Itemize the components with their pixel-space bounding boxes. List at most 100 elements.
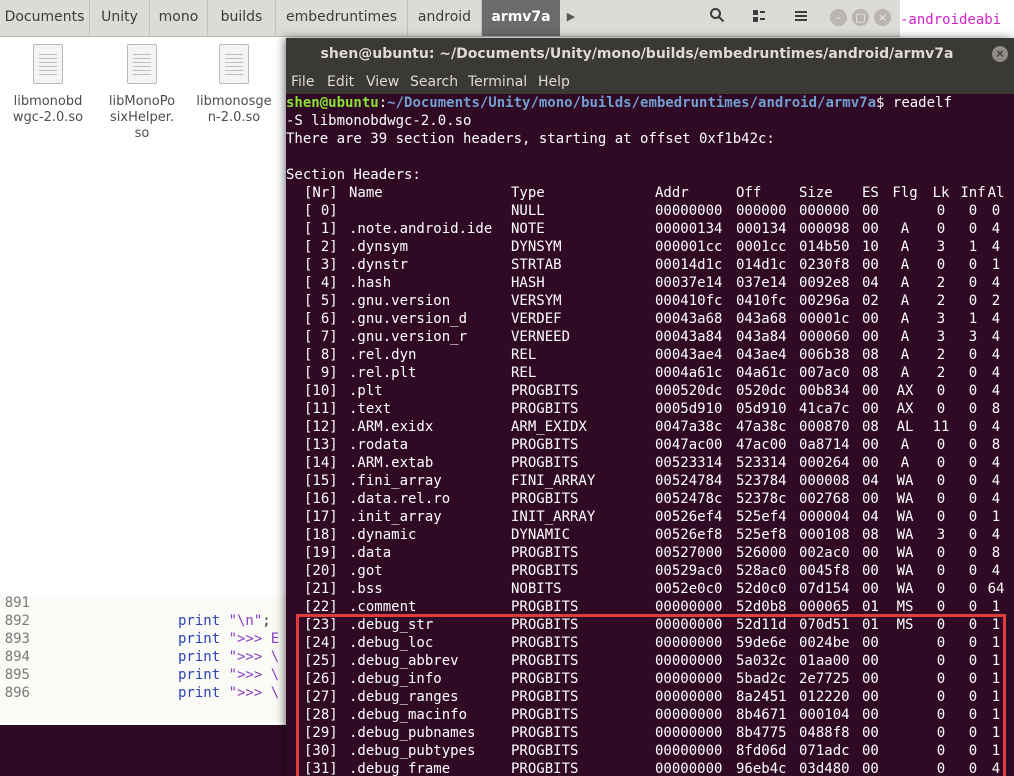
- section-lk: 3: [936, 239, 946, 255]
- menu-edit[interactable]: Edit: [327, 70, 354, 94]
- maximize-icon[interactable]: □: [852, 9, 869, 26]
- section-lk: 0: [936, 383, 946, 399]
- section-size: 000004: [799, 509, 850, 525]
- section-type: REL: [511, 365, 537, 381]
- section-type: VERSYM: [511, 293, 562, 309]
- column-header-off: Off: [736, 185, 762, 201]
- search-icon[interactable]: [702, 4, 732, 32]
- section-al: 4: [991, 491, 1001, 507]
- section-off: 523314: [736, 455, 787, 471]
- close-icon[interactable]: ×: [874, 9, 891, 26]
- section-size: 000264: [799, 455, 850, 471]
- terminal-window[interactable]: shen@ubuntu: ~/Documents/Unity/mono/buil…: [286, 38, 1014, 776]
- section-name: .rel.dyn: [349, 347, 417, 363]
- section-nr: [ 4]: [304, 275, 338, 291]
- column-header-addr: Addr: [655, 185, 689, 201]
- section-lk: 0: [936, 581, 946, 597]
- menu-help[interactable]: Help: [538, 70, 570, 94]
- menu-view[interactable]: View: [366, 70, 399, 94]
- section-flg: WA: [896, 545, 914, 561]
- section-lk: 3: [936, 527, 946, 543]
- breadcrumb-mono[interactable]: mono: [150, 0, 208, 36]
- file-item[interactable]: libMonoPo sixHelper. so: [100, 44, 184, 142]
- menu-icon[interactable]: [786, 4, 816, 32]
- section-size: 014b50: [799, 239, 850, 255]
- file-item[interactable]: libmonobd wgc-2.0.so: [6, 44, 90, 126]
- section-es: 04: [862, 473, 879, 489]
- table-row: [16] .data.rel.ro PROGBITS 0052478c 52378c 00…: [286, 490, 1014, 508]
- section-flg: A: [900, 455, 910, 471]
- section-headers-heading: Section Headers:: [286, 167, 421, 183]
- section-al: 4: [991, 221, 1001, 237]
- view-toggle-icon[interactable]: [744, 4, 774, 32]
- section-al: 4: [991, 563, 1001, 579]
- menu-terminal[interactable]: Terminal: [468, 70, 527, 94]
- section-size: 41ca7c: [799, 401, 850, 417]
- minimize-icon[interactable]: –: [830, 9, 847, 26]
- section-es: 00: [862, 581, 879, 597]
- file-name: libMonoPo sixHelper. so: [108, 94, 176, 141]
- section-flg: A: [900, 293, 910, 309]
- breadcrumb-builds[interactable]: builds: [208, 0, 276, 36]
- section-size: 0045f8: [799, 563, 850, 579]
- file-item[interactable]: libmonosge n-2.0.so: [192, 44, 276, 126]
- section-type: ARM_EXIDX: [511, 419, 587, 435]
- section-flg: A: [900, 221, 910, 237]
- section-es: 00: [862, 383, 879, 399]
- breadcrumb-armv7a[interactable]: armv7a: [482, 0, 560, 36]
- section-off: 47ac00: [736, 437, 787, 453]
- breadcrumb-unity[interactable]: Unity: [90, 0, 150, 36]
- section-lk: 0: [936, 491, 946, 507]
- section-name: .dynsym: [349, 239, 409, 255]
- column-header-type: Type: [511, 185, 545, 201]
- section-off: 47a38c: [736, 419, 787, 435]
- output-summary: There are 39 section headers, starting a…: [286, 131, 775, 147]
- section-name: .data.rel.ro: [349, 491, 451, 507]
- section-nr: [10]: [304, 383, 338, 399]
- section-off: 05d910: [736, 401, 787, 417]
- table-row: [ 2] .dynsym DYNSYM 000001cc 0001cc 014b50 10 A…: [286, 238, 1014, 256]
- section-flg: WA: [896, 509, 914, 525]
- section-flg: A: [900, 437, 910, 453]
- section-al: 4: [991, 455, 1001, 471]
- command-text: readelf: [892, 95, 952, 111]
- section-lk: 0: [936, 437, 946, 453]
- section-al: 4: [991, 365, 1001, 381]
- section-lk: 0: [936, 401, 946, 417]
- section-flg: A: [900, 239, 910, 255]
- section-size: 006b38: [799, 347, 850, 363]
- menu-file[interactable]: File: [291, 70, 314, 94]
- table-row: [18] .dynamic DYNAMIC 00526ef8 525ef8 000108 0…: [286, 526, 1014, 544]
- section-addr: 0052e0c0: [655, 581, 723, 597]
- section-nr: [ 6]: [304, 311, 338, 327]
- terminal-titlebar[interactable]: shen@ubuntu: ~/Documents/Unity/mono/buil…: [286, 38, 1014, 70]
- section-flg: AX: [896, 401, 914, 417]
- section-lk: 0: [936, 455, 946, 471]
- menu-search[interactable]: Search: [410, 70, 458, 94]
- section-size: 000098: [799, 221, 850, 237]
- shared-library-icon: [127, 44, 157, 84]
- chevron-right-icon[interactable]: ▶: [561, 0, 581, 36]
- section-type: PROGBITS: [511, 437, 579, 453]
- section-type: PROGBITS: [511, 383, 579, 399]
- breadcrumb-android[interactable]: android: [408, 0, 482, 36]
- terminal-output[interactable]: shen@ubuntu:~/Documents/Unity/mono/build…: [286, 94, 1014, 776]
- section-off: 0410fc: [736, 293, 787, 309]
- section-al: 4: [991, 329, 1001, 345]
- section-es: 00: [862, 563, 879, 579]
- shared-library-icon: [219, 44, 249, 84]
- close-icon[interactable]: ×: [992, 46, 1008, 62]
- section-flg: AX: [896, 383, 914, 399]
- breadcrumb-embedruntimes[interactable]: embedruntimes: [276, 0, 408, 36]
- section-flg: A: [900, 275, 910, 291]
- breadcrumb-documents[interactable]: Documents: [0, 0, 90, 36]
- section-nr: [20]: [304, 563, 338, 579]
- section-lk: 0: [936, 221, 946, 237]
- section-flg: WA: [896, 563, 914, 579]
- section-size: 000008: [799, 473, 850, 489]
- section-off: 0520dc: [736, 383, 787, 399]
- file-name: libmonobd wgc-2.0.so: [12, 94, 84, 125]
- table-row: [ 3] .dynstr STRTAB 00014d1c 014d1c 0230f8 00 A…: [286, 256, 1014, 274]
- table-row: [ 0] NULL 00000000 000000 000000 00 0 0 0: [286, 202, 1014, 220]
- section-addr: 00043a68: [655, 311, 723, 327]
